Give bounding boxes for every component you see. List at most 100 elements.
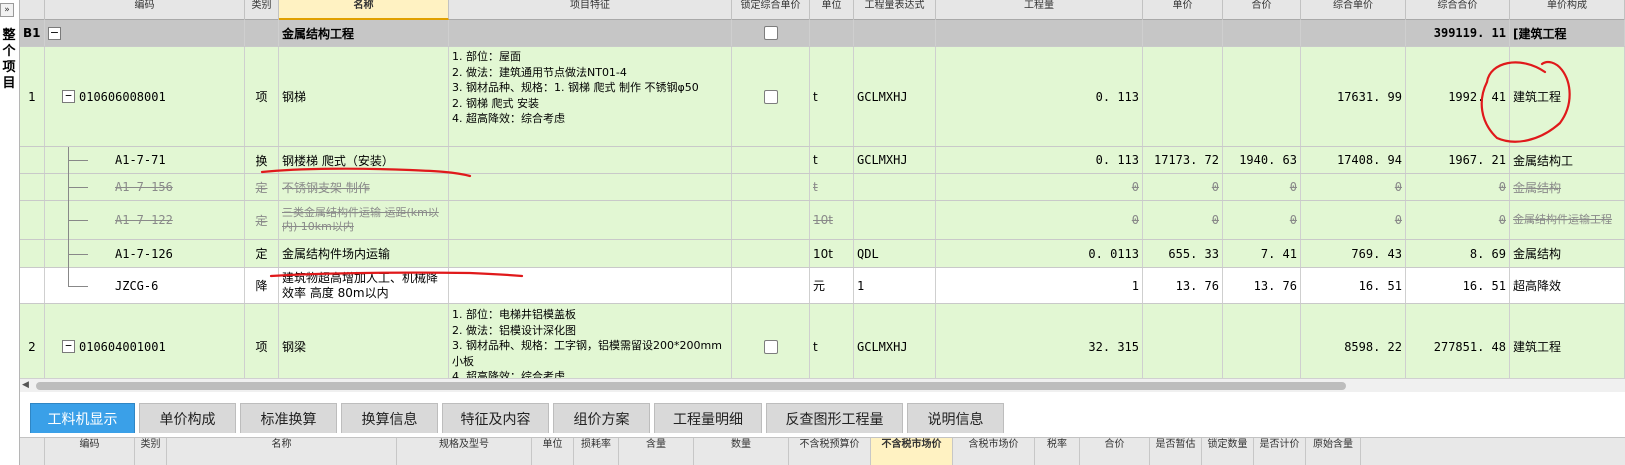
header-type[interactable]: 类别 <box>245 0 279 20</box>
header-name[interactable]: 名称 <box>279 0 449 20</box>
sub-header-name[interactable]: 名称 <box>167 438 397 465</box>
header-amount[interactable]: 合价 <box>1223 0 1301 20</box>
quantity-expression[interactable] <box>854 174 936 200</box>
sub-header-market-price[interactable]: 不含税市场价 <box>871 438 953 465</box>
item-name[interactable]: 建筑物超高增加人工、机械降效率 高度 80m以内 <box>279 268 449 303</box>
collapse-toggle-icon[interactable]: − <box>62 90 75 103</box>
header-total-composite[interactable]: 综合合价 <box>1406 0 1510 20</box>
item-name[interactable]: 三类金属结构件运输 运距(km以内) 10km以内 <box>279 201 449 239</box>
sub-header-tax-rate[interactable]: 税率 <box>1035 438 1080 465</box>
sub-header-provisional[interactable]: 是否暂估 <box>1150 438 1202 465</box>
quantity[interactable]: 0 <box>936 174 1143 200</box>
sub-header-tax-market-price[interactable]: 含税市场价 <box>953 438 1035 465</box>
sub-header-content[interactable]: 含量 <box>619 438 694 465</box>
lock-price-checkbox[interactable] <box>763 26 778 40</box>
quantity[interactable]: 32. 315 <box>936 304 1143 389</box>
sub-header-original-content[interactable]: 原始含量 <box>1306 438 1361 465</box>
table-row[interactable]: 1 − 010606008001 项 钢梯 1. 部位：屋面 2. 做法：建筑通… <box>20 47 1625 147</box>
feature-cell[interactable] <box>449 147 732 173</box>
sub-header-budget-price[interactable]: 不含税预算价 <box>789 438 871 465</box>
tab-pricing-scheme[interactable]: 组价方案 <box>553 403 650 433</box>
item-name[interactable]: 钢梁 <box>279 304 449 389</box>
header-unit[interactable]: 单位 <box>810 0 854 20</box>
quantity[interactable]: 0 <box>936 201 1143 239</box>
scroll-thumb[interactable] <box>36 382 1346 390</box>
composition: 超高降效 <box>1510 268 1625 303</box>
header-price-composition[interactable]: 单价构成 <box>1510 0 1625 20</box>
unit: t <box>810 147 854 173</box>
header-feature[interactable]: 项目特征 <box>449 0 732 20</box>
sub-header-spec[interactable]: 规格及型号 <box>397 438 532 465</box>
header-lock-price[interactable]: 锁定综合单价 <box>732 0 810 20</box>
sub-header-unit[interactable]: 单位 <box>532 438 574 465</box>
lock-price-checkbox[interactable] <box>763 89 778 104</box>
item-name[interactable]: 金属结构件场内运输 <box>279 240 449 267</box>
sub-header-locked-qty[interactable]: 锁定数量 <box>1202 438 1254 465</box>
sub-header-type[interactable]: 类别 <box>135 438 167 465</box>
header-price[interactable]: 单价 <box>1143 0 1223 20</box>
table-row[interactable]: A1-7-126 定 金属结构件场内运输 10t QDL 0. 0113 655… <box>20 240 1625 268</box>
sub-header-amount[interactable]: 合价 <box>1080 438 1150 465</box>
tab-description[interactable]: 说明信息 <box>907 403 1004 433</box>
tab-reverse-graphic-quantity[interactable]: 反查图形工程量 <box>766 403 903 433</box>
collapse-toggle-icon[interactable]: − <box>48 26 61 40</box>
quantity-expression[interactable]: GCLMXHJ <box>854 147 936 173</box>
tab-conversion-info[interactable]: 换算信息 <box>341 403 438 433</box>
group-row[interactable]: B1 − 金属结构工程 399119. 11 [建筑工程 <box>20 20 1625 47</box>
feature-cell[interactable] <box>449 268 732 303</box>
collapse-toggle-icon[interactable]: − <box>62 340 75 353</box>
item-name[interactable]: 钢梯 <box>279 47 449 146</box>
header-code[interactable]: 编码 <box>45 0 245 20</box>
tree-line <box>68 187 88 188</box>
header-quantity[interactable]: 工程量 <box>936 0 1143 20</box>
table-row[interactable]: A1-7-122 定 三类金属结构件运输 运距(km以内) 10km以内 10t… <box>20 201 1625 240</box>
feature-cell[interactable] <box>449 240 732 267</box>
amount: 13. 76 <box>1223 268 1301 303</box>
scroll-left-icon[interactable]: ◀ <box>22 380 29 390</box>
tab-unit-price-composition[interactable]: 单价构成 <box>139 403 236 433</box>
panel-label-char: 目 <box>2 76 16 91</box>
table-row[interactable]: JZCG-6 降 建筑物超高增加人工、机械降效率 高度 80m以内 元 1 1 … <box>20 268 1625 304</box>
quantity[interactable]: 0. 113 <box>936 47 1143 146</box>
type-cell <box>245 20 279 46</box>
sub-header-code[interactable]: 编码 <box>45 438 135 465</box>
header-unit-composite[interactable]: 综合单价 <box>1301 0 1406 20</box>
horizontal-scrollbar[interactable]: ◀ <box>20 378 1625 392</box>
quantity-expression[interactable]: QDL <box>854 240 936 267</box>
sub-header-loss-rate[interactable]: 损耗率 <box>574 438 619 465</box>
header-expression[interactable]: 工程量表达式 <box>854 0 936 20</box>
table-row[interactable]: A1-7-156 定 不锈钢支架 制作 t 0 0 0 0 0 金属结构 <box>20 174 1625 201</box>
lock-cell <box>732 20 810 46</box>
feature-cell[interactable] <box>449 174 732 200</box>
lock-cell <box>732 47 810 146</box>
quantity-expression[interactable]: GCLMXHJ <box>854 304 936 389</box>
composition: 金属结构 <box>1510 174 1625 200</box>
item-name[interactable]: 不锈钢支架 制作 <box>279 174 449 200</box>
quantity-expression[interactable] <box>854 201 936 239</box>
table-row[interactable]: A1-7-71 换 钢楼梯 爬式（安装） t GCLMXHJ 0. 113 17… <box>20 147 1625 174</box>
tab-features-content[interactable]: 特征及内容 <box>442 403 549 433</box>
quantity[interactable]: 0. 113 <box>936 147 1143 173</box>
quantity[interactable]: 0. 0113 <box>936 240 1143 267</box>
lock-cell <box>732 174 810 200</box>
tab-labor-material-machine[interactable]: 工料机显示 <box>30 403 135 433</box>
feature-line: 4. 超高降效：综合考虑 <box>452 112 565 125</box>
expand-panel-button[interactable]: » <box>0 3 14 17</box>
quantity-expression[interactable]: 1 <box>854 268 936 303</box>
quantity-expression[interactable]: GCLMXHJ <box>854 47 936 146</box>
feature-cell[interactable]: 1. 部位：屋面 2. 做法：建筑通用节点做法NT01-4 3. 钢材品种、规格… <box>449 47 732 146</box>
sub-header-is-priced[interactable]: 是否计价 <box>1254 438 1306 465</box>
item-name[interactable]: 钢楼梯 爬式（安装） <box>279 147 449 173</box>
panel-label-char: 整 <box>2 28 16 43</box>
tab-standard-conversion[interactable]: 标准换算 <box>240 403 337 433</box>
amount: 1940. 63 <box>1223 147 1301 173</box>
lock-price-checkbox[interactable] <box>763 339 778 354</box>
feature-cell[interactable]: 1. 部位：电梯井铝模盖板 2. 做法：铝模设计深化图 3. 钢材品种、规格：工… <box>449 304 732 389</box>
tab-quantity-detail[interactable]: 工程量明细 <box>654 403 762 433</box>
sub-header-quantity[interactable]: 数量 <box>694 438 789 465</box>
total-composite: 16. 51 <box>1406 268 1510 303</box>
sub-header-index <box>20 438 45 465</box>
amount <box>1223 304 1301 389</box>
quantity[interactable]: 1 <box>936 268 1143 303</box>
feature-cell[interactable] <box>449 201 732 239</box>
